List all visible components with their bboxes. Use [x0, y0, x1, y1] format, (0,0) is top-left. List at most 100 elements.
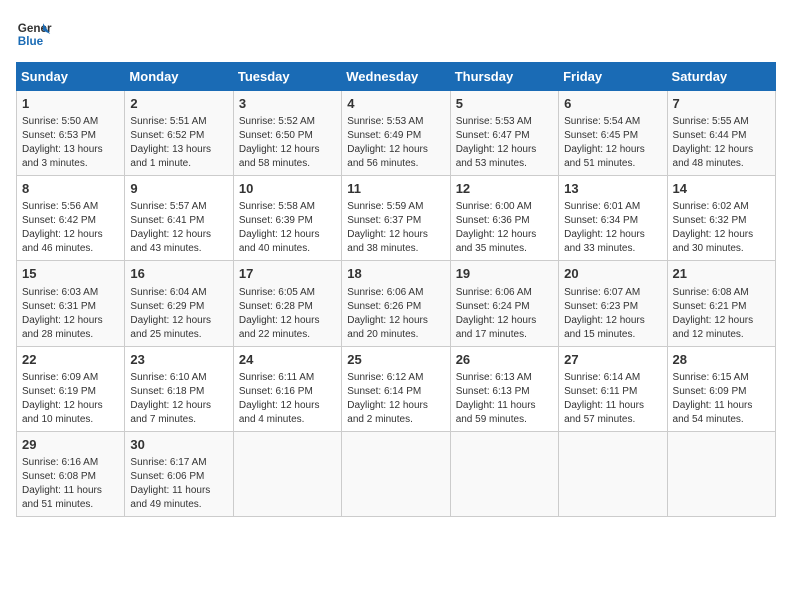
day-number: 5	[456, 95, 553, 113]
calendar-cell: 24 Sunrise: 6:11 AMSunset: 6:16 PMDayligh…	[233, 346, 341, 431]
day-number: 19	[456, 265, 553, 283]
calendar-cell: 2Sunrise: 5:51 AMSunset: 6:52 PMDaylight…	[125, 91, 233, 176]
calendar-cell: 28 Sunrise: 6:15 AMSunset: 6:09 PMDayligh…	[667, 346, 775, 431]
day-number: 9	[130, 180, 227, 198]
dow-header: Friday	[559, 63, 667, 91]
calendar-cell: 21 Sunrise: 6:08 AMSunset: 6:21 PMDayligh…	[667, 261, 775, 346]
calendar-cell: 1 Sunrise: 5:50 AMSunset: 6:53 PMDaylight…	[17, 91, 125, 176]
calendar-cell: 16 Sunrise: 6:04 AMSunset: 6:29 PMDayligh…	[125, 261, 233, 346]
calendar-cell	[559, 431, 667, 516]
calendar-body: 1 Sunrise: 5:50 AMSunset: 6:53 PMDaylight…	[17, 91, 776, 517]
day-info: Sunrise: 6:05 AMSunset: 6:28 PMDaylight:…	[239, 286, 336, 342]
day-info: Sunrise: 6:06 AMSunset: 6:24 PMDaylight:…	[456, 286, 553, 342]
calendar-cell	[342, 431, 450, 516]
day-info: Sunrise: 6:04 AMSunset: 6:29 PMDaylight:…	[130, 286, 227, 342]
day-number: 1	[22, 95, 119, 113]
svg-text:General: General	[18, 22, 52, 35]
day-number: 25	[347, 351, 444, 369]
day-number: 14	[673, 180, 770, 198]
calendar-table: SundayMondayTuesdayWednesdayThursdayFrid…	[16, 62, 776, 517]
calendar-cell	[450, 431, 558, 516]
dow-header: Thursday	[450, 63, 558, 91]
day-number: 27	[564, 351, 661, 369]
day-info: Sunrise: 6:03 AMSunset: 6:31 PMDaylight:…	[22, 286, 119, 342]
day-number: 12	[456, 180, 553, 198]
calendar-cell: 13 Sunrise: 6:01 AMSunset: 6:34 PMDayligh…	[559, 176, 667, 261]
day-number: 20	[564, 265, 661, 283]
calendar-cell: 9 Sunrise: 5:57 AMSunset: 6:41 PMDaylight…	[125, 176, 233, 261]
calendar-cell: 10 Sunrise: 5:58 AMSunset: 6:39 PMDayligh…	[233, 176, 341, 261]
day-info: Sunrise: 5:56 AMSunset: 6:42 PMDaylight:…	[22, 200, 119, 256]
calendar-cell: 14 Sunrise: 6:02 AMSunset: 6:32 PMDayligh…	[667, 176, 775, 261]
calendar-cell: 22 Sunrise: 6:09 AMSunset: 6:19 PMDayligh…	[17, 346, 125, 431]
day-number: 2	[130, 95, 227, 113]
dow-header: Saturday	[667, 63, 775, 91]
dow-header: Tuesday	[233, 63, 341, 91]
day-info: Sunrise: 5:54 AMSunset: 6:45 PMDaylight:…	[564, 115, 661, 171]
day-info: Sunrise: 6:09 AMSunset: 6:19 PMDaylight:…	[22, 371, 119, 427]
calendar-cell: 5 Sunrise: 5:53 AMSunset: 6:47 PMDaylight…	[450, 91, 558, 176]
calendar-cell: 3Sunrise: 5:52 AMSunset: 6:50 PMDaylight…	[233, 91, 341, 176]
day-info: Sunrise: 6:10 AMSunset: 6:18 PMDaylight:…	[130, 371, 227, 427]
day-number: 8	[22, 180, 119, 198]
calendar-cell: 6 Sunrise: 5:54 AMSunset: 6:45 PMDaylight…	[559, 91, 667, 176]
calendar-cell: 26Sunrise: 6:13 AMSunset: 6:13 PMDayligh…	[450, 346, 558, 431]
day-number: 21	[673, 265, 770, 283]
calendar-cell: 18 Sunrise: 6:06 AMSunset: 6:26 PMDayligh…	[342, 261, 450, 346]
day-info: Sunrise: 5:55 AMSunset: 6:44 PMDaylight:…	[673, 115, 770, 171]
day-number: 28	[673, 351, 770, 369]
day-number: 26	[456, 351, 553, 369]
day-number: 22	[22, 351, 119, 369]
day-info: Sunrise: 5:50 AMSunset: 6:53 PMDaylight:…	[22, 115, 119, 171]
calendar-cell: 29 Sunrise: 6:16 AMSunset: 6:08 PMDayligh…	[17, 431, 125, 516]
day-info: Sunrise: 5:57 AMSunset: 6:41 PMDaylight:…	[130, 200, 227, 256]
dow-header: Wednesday	[342, 63, 450, 91]
day-number: 13	[564, 180, 661, 198]
day-number: 29	[22, 436, 119, 454]
calendar-week-row: 29 Sunrise: 6:16 AMSunset: 6:08 PMDayligh…	[17, 431, 776, 516]
calendar-cell: 7 Sunrise: 5:55 AMSunset: 6:44 PMDaylight…	[667, 91, 775, 176]
calendar-cell: 4Sunrise: 5:53 AMSunset: 6:49 PMDaylight…	[342, 91, 450, 176]
day-number: 18	[347, 265, 444, 283]
calendar-cell: 23 Sunrise: 6:10 AMSunset: 6:18 PMDayligh…	[125, 346, 233, 431]
day-info: Sunrise: 6:11 AMSunset: 6:16 PMDaylight:…	[239, 371, 336, 427]
days-of-week-row: SundayMondayTuesdayWednesdayThursdayFrid…	[17, 63, 776, 91]
calendar-week-row: 22 Sunrise: 6:09 AMSunset: 6:19 PMDayligh…	[17, 346, 776, 431]
day-number: 24	[239, 351, 336, 369]
dow-header: Sunday	[17, 63, 125, 91]
calendar-cell: 8 Sunrise: 5:56 AMSunset: 6:42 PMDaylight…	[17, 176, 125, 261]
day-info: Sunrise: 6:16 AMSunset: 6:08 PMDaylight:…	[22, 456, 119, 512]
day-info: Sunrise: 6:15 AMSunset: 6:09 PMDaylight:…	[673, 371, 770, 427]
day-info: Sunrise: 5:59 AMSunset: 6:37 PMDaylight:…	[347, 200, 444, 256]
day-number: 15	[22, 265, 119, 283]
day-info: Sunrise: 6:07 AMSunset: 6:23 PMDaylight:…	[564, 286, 661, 342]
day-number: 7	[673, 95, 770, 113]
calendar-week-row: 15 Sunrise: 6:03 AMSunset: 6:31 PMDayligh…	[17, 261, 776, 346]
day-number: 10	[239, 180, 336, 198]
day-info: Sunrise: 6:14 AMSunset: 6:11 PMDaylight:…	[564, 371, 661, 427]
calendar-week-row: 1 Sunrise: 5:50 AMSunset: 6:53 PMDaylight…	[17, 91, 776, 176]
day-info: Sunrise: 6:08 AMSunset: 6:21 PMDaylight:…	[673, 286, 770, 342]
calendar-cell: 12 Sunrise: 6:00 AMSunset: 6:36 PMDayligh…	[450, 176, 558, 261]
day-info: Sunrise: 6:02 AMSunset: 6:32 PMDaylight:…	[673, 200, 770, 256]
day-number: 6	[564, 95, 661, 113]
logo: General Blue	[16, 16, 52, 52]
day-number: 30	[130, 436, 227, 454]
calendar-cell	[233, 431, 341, 516]
calendar-cell: 27 Sunrise: 6:14 AMSunset: 6:11 PMDayligh…	[559, 346, 667, 431]
day-info: Sunrise: 5:53 AMSunset: 6:47 PMDaylight:…	[456, 115, 553, 171]
day-number: 4	[347, 95, 444, 113]
day-number: 23	[130, 351, 227, 369]
day-info: Sunrise: 6:12 AMSunset: 6:14 PMDaylight:…	[347, 371, 444, 427]
day-info: Sunrise: 5:52 AMSunset: 6:50 PMDaylight:…	[239, 115, 336, 171]
calendar-cell: 11Sunrise: 5:59 AMSunset: 6:37 PMDayligh…	[342, 176, 450, 261]
calendar-cell: 17Sunrise: 6:05 AMSunset: 6:28 PMDayligh…	[233, 261, 341, 346]
day-number: 16	[130, 265, 227, 283]
calendar-cell: 19 Sunrise: 6:06 AMSunset: 6:24 PMDayligh…	[450, 261, 558, 346]
day-info: Sunrise: 6:00 AMSunset: 6:36 PMDaylight:…	[456, 200, 553, 256]
calendar-cell: 30Sunrise: 6:17 AMSunset: 6:06 PMDayligh…	[125, 431, 233, 516]
day-info: Sunrise: 6:06 AMSunset: 6:26 PMDaylight:…	[347, 286, 444, 342]
day-info: Sunrise: 5:58 AMSunset: 6:39 PMDaylight:…	[239, 200, 336, 256]
logo-icon: General Blue	[16, 16, 52, 52]
day-info: Sunrise: 6:01 AMSunset: 6:34 PMDaylight:…	[564, 200, 661, 256]
